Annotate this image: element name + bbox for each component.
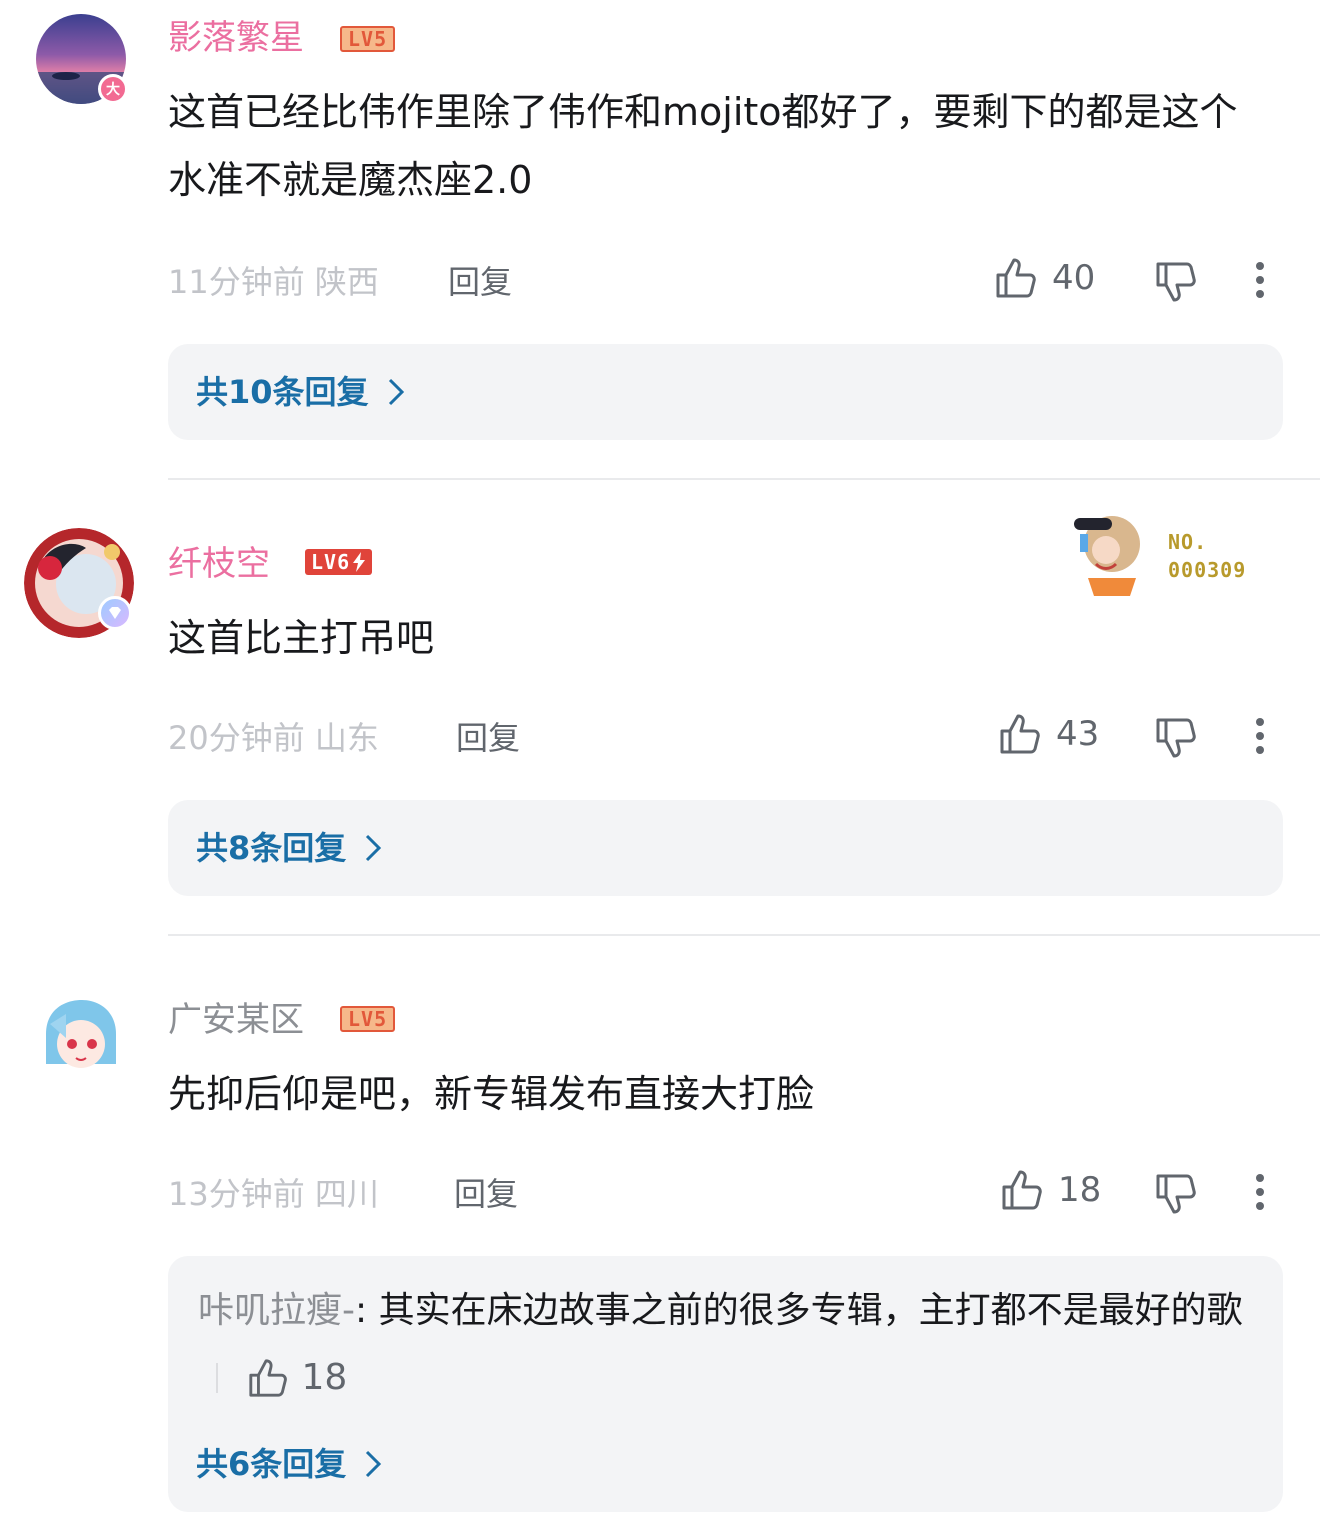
- view-replies-label: 共6条回复: [196, 1445, 347, 1483]
- avatar[interactable]: [36, 994, 126, 1084]
- view-replies-link[interactable]: 共8条回复: [196, 828, 382, 868]
- comment-text: 这首比主打吊吧: [168, 616, 435, 660]
- nameplate-no: NO.: [1168, 530, 1208, 554]
- divider: [168, 934, 1320, 936]
- fan-nameplate[interactable]: NO. 000309: [1066, 504, 1266, 600]
- comment-text: 先抑后仰是吧，新专辑发布直接大打脸: [168, 1072, 815, 1116]
- like-count: 43: [1056, 714, 1100, 754]
- chevron-right-icon: [366, 834, 382, 862]
- more-vertical-icon[interactable]: [1252, 260, 1268, 300]
- like-button[interactable]: 40: [994, 256, 1095, 300]
- nameplate-character-icon: [1074, 516, 1140, 596]
- avatar[interactable]: 大: [36, 14, 128, 104]
- view-replies-label: 共8条回复: [196, 829, 347, 867]
- comment-text: 这首已经比伟作里除了伟作和mojito都好了，要剩下的都是这个水准不就是魔杰座2…: [168, 90, 1238, 202]
- lightning-icon: [353, 552, 366, 572]
- thumbs-down-icon[interactable]: [1154, 716, 1198, 760]
- comment-time-location: 20分钟前 山东: [168, 719, 379, 757]
- view-replies-label: 共10条回复: [196, 373, 369, 411]
- sub-reply-like-count: 18: [301, 1357, 348, 1398]
- username[interactable]: 纤枝空: [168, 542, 270, 586]
- avatar-image: [36, 994, 126, 1084]
- replies-box: 共8条回复: [168, 800, 1283, 896]
- view-replies-link[interactable]: 共10条回复: [196, 372, 405, 412]
- sub-reply-text: 其实在床边故事之前的很多专辑，主打都不是最好的歌: [367, 1290, 1243, 1331]
- level-badge: LV6: [305, 549, 373, 575]
- comment-time-location: 11分钟前 陕西: [168, 263, 379, 301]
- nameplate-number: 000309: [1168, 558, 1247, 582]
- sub-reply-divider: [216, 1363, 218, 1393]
- sub-reply-separator: :: [355, 1290, 368, 1331]
- avatar-badge: 大: [98, 74, 128, 104]
- thumbs-up-icon: [1000, 714, 1040, 754]
- reply-button[interactable]: 回复: [456, 718, 520, 758]
- replies-box: 共10条回复: [168, 344, 1283, 440]
- username[interactable]: 影落繁星: [168, 16, 304, 60]
- thumbs-up-icon: [1002, 1170, 1042, 1210]
- replies-box: 咔叽拉瘦-: 其实在床边故事之前的很多专辑，主打都不是最好的歌 18 共6条回复: [168, 1256, 1283, 1512]
- thumbs-up-icon: [249, 1359, 288, 1397]
- level-badge: LV5: [340, 1006, 396, 1032]
- sub-reply-like[interactable]: 18: [247, 1345, 347, 1411]
- like-button[interactable]: 43: [998, 712, 1099, 756]
- sub-reply[interactable]: 咔叽拉瘦-: 其实在床边故事之前的很多专辑，主打都不是最好的歌 18: [198, 1278, 1258, 1411]
- chevron-right-icon: [388, 378, 404, 406]
- more-vertical-icon[interactable]: [1252, 716, 1268, 756]
- chevron-right-icon: [366, 1450, 382, 1478]
- reply-button[interactable]: 回复: [454, 1174, 518, 1214]
- divider: [168, 478, 1320, 480]
- level-label: LV6: [311, 550, 351, 574]
- like-button[interactable]: 18: [1000, 1168, 1101, 1212]
- username[interactable]: 广安某区: [168, 998, 304, 1042]
- more-vertical-icon[interactable]: [1252, 1172, 1268, 1212]
- thumbs-down-icon[interactable]: [1154, 1172, 1198, 1216]
- view-replies-link[interactable]: 共6条回复: [196, 1444, 382, 1484]
- thumbs-up-icon: [996, 258, 1036, 298]
- level-badge: LV5: [340, 26, 396, 52]
- avatar[interactable]: [24, 528, 134, 638]
- reply-button[interactable]: 回复: [448, 262, 512, 302]
- verified-badge: [98, 596, 132, 630]
- like-count: 40: [1052, 258, 1096, 298]
- like-count: 18: [1058, 1170, 1102, 1210]
- comment-time-location: 13分钟前 四川: [168, 1175, 379, 1213]
- thumbs-down-icon[interactable]: [1154, 260, 1198, 304]
- sub-reply-author[interactable]: 咔叽拉瘦-: [198, 1290, 355, 1331]
